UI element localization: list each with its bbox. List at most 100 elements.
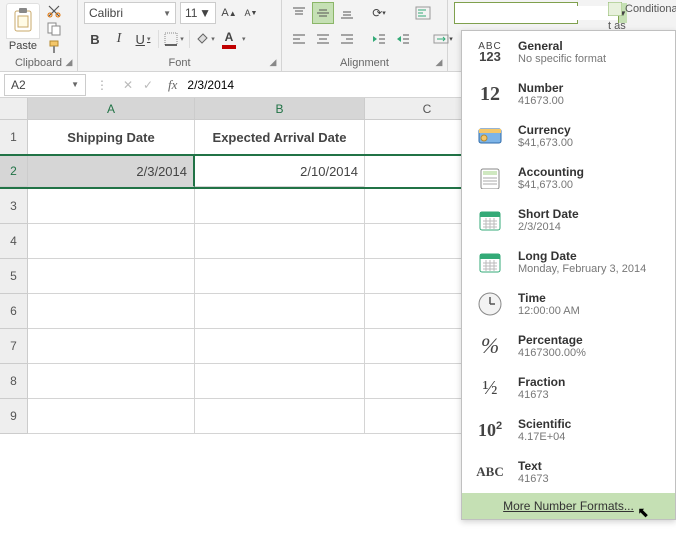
format-option-number[interactable]: 12Number41673.00	[462, 73, 675, 115]
format-option-fraction[interactable]: ½Fraction41673	[462, 367, 675, 409]
longdate-format-icon	[472, 247, 508, 277]
cell[interactable]	[28, 294, 195, 329]
group-label-font: Font	[84, 55, 275, 71]
format-sample: 41673	[518, 473, 665, 485]
align-center-button[interactable]	[312, 28, 334, 50]
cell[interactable]: 2/10/2014	[195, 156, 365, 187]
format-option-accounting[interactable]: Accounting$41,673.00	[462, 157, 675, 199]
italic-button[interactable]: I	[108, 28, 130, 50]
font-color-dropdown[interactable]: ▾	[242, 35, 246, 43]
align-top-button[interactable]	[288, 2, 310, 24]
dec-indent-icon	[372, 32, 386, 46]
font-name-combo[interactable]: Calibri▼	[84, 2, 176, 24]
align-bottom-button[interactable]	[336, 2, 358, 24]
format-option-longdate[interactable]: Long DateMonday, February 3, 2014	[462, 241, 675, 283]
row-header-6[interactable]: 6	[0, 294, 28, 329]
underline-button[interactable]: U▾	[132, 28, 154, 50]
format-painter-button[interactable]	[44, 39, 64, 54]
cell[interactable]	[195, 294, 365, 329]
copy-button[interactable]	[44, 21, 64, 36]
alignment-dialog-launcher[interactable]: ◢	[433, 57, 445, 69]
format-option-shortdate[interactable]: Short Date2/3/2014	[462, 199, 675, 241]
number-format-input[interactable]	[455, 6, 618, 20]
format-title: Percentage	[518, 333, 665, 347]
align-right-button[interactable]	[336, 28, 358, 50]
row-header-1[interactable]: 1	[0, 120, 28, 155]
paste-button[interactable]	[6, 3, 40, 39]
name-box-value: A2	[11, 78, 26, 92]
format-option-text[interactable]: ABCText41673	[462, 451, 675, 493]
decrease-font-button[interactable]: A▼	[242, 2, 260, 24]
column-header-A[interactable]: A	[28, 98, 195, 120]
row-header-4[interactable]: 4	[0, 224, 28, 259]
cell[interactable]	[195, 329, 365, 364]
accounting-format-icon	[472, 163, 508, 193]
select-all-corner[interactable]	[0, 98, 28, 120]
row-header-5[interactable]: 5	[0, 259, 28, 294]
font-dialog-launcher[interactable]: ◢	[267, 57, 279, 69]
column-header-B[interactable]: B	[195, 98, 365, 120]
cell[interactable]: Shipping Date	[28, 120, 195, 155]
font-color-swatch	[222, 45, 236, 49]
cell[interactable]: Expected Arrival Date	[195, 120, 365, 155]
cell[interactable]: 2/3/2014	[28, 156, 195, 187]
cell[interactable]	[195, 224, 365, 259]
merge-icon	[433, 32, 449, 46]
bold-button[interactable]: B	[84, 28, 106, 50]
font-size-combo[interactable]: 11▼	[180, 2, 216, 24]
scientific-format-icon: 102	[472, 415, 508, 445]
font-color-button[interactable]: A	[218, 28, 240, 50]
orientation-button[interactable]: ⟳▾	[368, 2, 390, 24]
fill-color-button[interactable]: ▾	[194, 28, 216, 50]
cell[interactable]	[28, 364, 195, 399]
row-header-7[interactable]: 7	[0, 329, 28, 364]
cell[interactable]	[28, 259, 195, 294]
cell[interactable]	[195, 364, 365, 399]
format-option-time[interactable]: Time12:00:00 AM	[462, 283, 675, 325]
cancel-edit-button[interactable]: ✕	[120, 78, 136, 92]
format-title: Scientific	[518, 417, 665, 431]
align-left-icon	[292, 32, 306, 46]
align-middle-button[interactable]	[312, 2, 334, 24]
cell[interactable]	[28, 399, 195, 434]
decrease-indent-button[interactable]	[368, 28, 390, 50]
font-name-value: Calibri	[89, 6, 123, 20]
group-alignment: ⟳▾ ▾ Alignment ◢	[282, 0, 448, 71]
number-format-combo[interactable]: ▼	[454, 2, 578, 24]
format-option-scientific[interactable]: 102Scientific4.17E+04	[462, 409, 675, 451]
name-box[interactable]: A2▼	[4, 74, 86, 96]
cell[interactable]	[195, 189, 365, 224]
wrap-text-button[interactable]	[412, 2, 434, 24]
format-sample: 12:00:00 AM	[518, 305, 665, 317]
row-header-8[interactable]: 8	[0, 364, 28, 399]
row-header-9[interactable]: 9	[0, 399, 28, 434]
paste-label[interactable]: Paste	[9, 40, 37, 52]
row-header-3[interactable]: 3	[0, 189, 28, 224]
cut-button[interactable]	[44, 3, 64, 18]
fx-label[interactable]: fx	[162, 77, 183, 93]
confirm-edit-button[interactable]: ✓	[140, 78, 156, 92]
format-title: Currency	[518, 123, 665, 137]
cell[interactable]	[28, 189, 195, 224]
format-option-general[interactable]: ABC123GeneralNo specific format	[462, 31, 675, 73]
format-title: Long Date	[518, 249, 665, 263]
cell[interactable]	[195, 399, 365, 434]
borders-button[interactable]: ▾	[163, 28, 185, 50]
conditional-formatting-button[interactable]: Conditional	[604, 0, 676, 18]
cell[interactable]	[195, 259, 365, 294]
cell[interactable]	[28, 224, 195, 259]
format-option-percentage[interactable]: %Percentage4167300.00%	[462, 325, 675, 367]
font-size-value: 11	[185, 6, 197, 20]
chevron-down-icon: ▼	[199, 6, 211, 20]
increase-font-button[interactable]: A▲	[220, 2, 238, 24]
increase-indent-button[interactable]	[392, 28, 414, 50]
more-number-formats-button[interactable]: More Number Formats...⬉	[462, 493, 675, 519]
general-format-icon: ABC123	[472, 37, 508, 67]
cell[interactable]	[28, 329, 195, 364]
format-option-currency[interactable]: Currency$41,673.00	[462, 115, 675, 157]
align-center-icon	[316, 32, 330, 46]
row-header-2[interactable]: 2	[0, 156, 28, 187]
group-clipboard: Paste Clipboard ◢	[0, 0, 78, 71]
clipboard-dialog-launcher[interactable]: ◢	[63, 57, 75, 69]
align-left-button[interactable]	[288, 28, 310, 50]
